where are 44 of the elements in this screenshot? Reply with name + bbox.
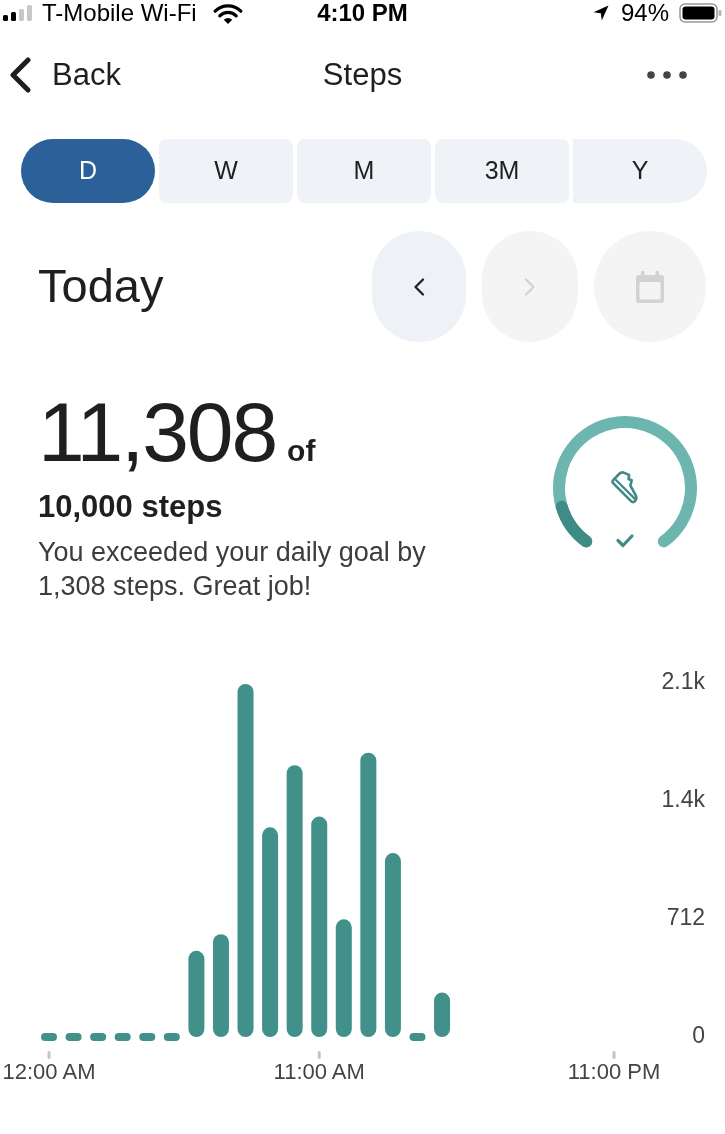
page-title: Steps	[322, 55, 403, 94]
carrier-name: T-Mobile Wi-Fi	[42, 1, 197, 25]
zero-step-dash	[114, 1033, 131, 1041]
zero-step-dash	[139, 1033, 156, 1041]
wifi-icon	[212, 2, 243, 24]
step-goal: 10,000 steps	[38, 488, 224, 525]
location-arrow-icon	[592, 5, 609, 21]
signal-icon	[3, 5, 32, 21]
battery-percent: 94%	[620, 1, 669, 25]
y-axis-label: 2.1k	[661, 668, 705, 695]
status-time: 4:10 PM	[317, 1, 408, 25]
goal-message: You exceeded your daily goal by 1,308 steps. Great job!	[38, 536, 427, 603]
calendar-icon	[636, 270, 664, 303]
shoe-icon	[611, 471, 638, 504]
of-label: of	[287, 433, 316, 469]
zero-step-dash	[41, 1033, 57, 1041]
step-count: 11,308	[38, 390, 277, 474]
period-tab[interactable]: 3M	[435, 139, 569, 203]
period-tab[interactable]: M	[297, 139, 431, 203]
more-button[interactable]	[647, 71, 687, 79]
x-axis-label: 11:00 PM	[567, 1058, 661, 1084]
period-tab[interactable]: Y	[573, 139, 707, 203]
zero-step-dash	[163, 1033, 180, 1041]
more-icon	[647, 71, 687, 79]
axis-tick	[317, 1051, 321, 1059]
chevron-left-icon	[8, 57, 32, 93]
zero-step-dash	[90, 1033, 107, 1041]
chart-bar	[434, 992, 451, 1037]
chevron-right-icon	[524, 277, 536, 296]
period-tab[interactable]: W	[159, 139, 293, 203]
back-button[interactable]: Back	[0, 51, 121, 99]
axis-tick	[612, 1051, 616, 1059]
period-tab[interactable]: D	[21, 139, 155, 203]
axis-tick	[47, 1051, 51, 1059]
zero-step-dash	[65, 1033, 82, 1041]
battery-icon	[679, 3, 722, 23]
zero-step-dash	[409, 1033, 426, 1041]
x-axis-label: 11:00 AM	[273, 1058, 365, 1084]
y-axis-label: 712	[666, 904, 705, 931]
chevron-left-icon	[413, 277, 425, 296]
period-title: Today	[38, 258, 164, 315]
x-axis-label: 12:00 AM	[2, 1058, 96, 1084]
y-axis-label: 1.4k	[661, 786, 705, 813]
y-axis-label: 0	[692, 1022, 705, 1049]
